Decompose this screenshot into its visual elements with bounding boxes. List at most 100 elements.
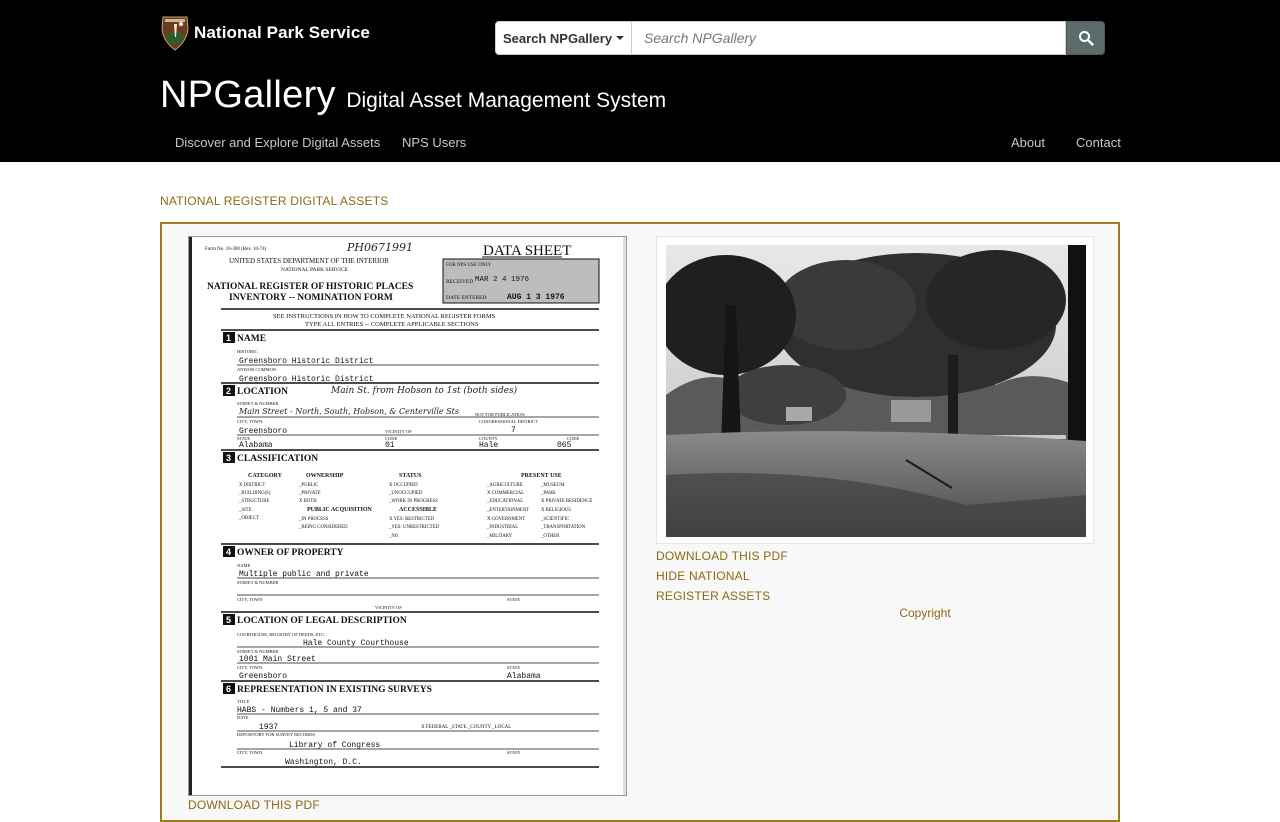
entered-label: DATE ENTERED	[446, 295, 487, 301]
accessible-item: X YES: RESTRICTED	[389, 517, 435, 522]
survey-date-label: DATE	[237, 715, 249, 720]
accessible-item: _YES: UNRESTRICTED	[388, 525, 440, 530]
search-bar: Search NPGallery	[495, 21, 1105, 55]
status-item: _UNOCCUPIED	[388, 491, 423, 496]
nps-use-only: FOR NPS USE ONLY	[446, 263, 492, 268]
owner-city-label: CITY, TOWN	[237, 597, 263, 603]
section-5-title: LOCATION OF LEGAL DESCRIPTION	[237, 616, 407, 626]
historic-label: HISTORIC	[237, 349, 258, 354]
ownership-item: _PRIVATE	[298, 491, 321, 496]
status-item: _WORK IN PROGRESS	[388, 499, 438, 504]
main-nav: Discover and Explore Digital Assets NPS …	[0, 128, 1280, 158]
courthouse-label: COURTHOUSE, REGISTRY OF DEEDS, ETC.	[237, 632, 325, 638]
breadcrumb-national-register[interactable]: NATIONAL REGISTER DIGITAL ASSETS	[160, 194, 388, 208]
nav-about[interactable]: About	[1011, 135, 1045, 150]
historic-photo	[666, 245, 1086, 537]
use-item: X GOVERNMENT	[487, 517, 525, 522]
handwritten-id: PH0671991	[346, 241, 413, 254]
use-item: _INDUSTRIAL	[486, 525, 518, 530]
state-value: Alabama	[239, 441, 273, 450]
dept-line-1: UNITED STATES DEPARTMENT OF THE INTERIOR	[229, 257, 389, 265]
owner-name-label: NAME	[237, 563, 251, 568]
use-item: _ENTERTAINMENT	[486, 508, 529, 513]
acquisition-head: PUBLIC ACQUISITION	[307, 507, 373, 513]
state5-value: Alabama	[507, 672, 541, 681]
search-icon	[1078, 31, 1094, 46]
location-handwritten-note: Main St. from Hobson to 1st (both sides)	[330, 385, 518, 396]
section-6-title: REPRESENTATION IN EXISTING SURVEYS	[237, 685, 432, 695]
use-item: _AGRICULTURE	[486, 483, 523, 488]
acquisition-item: _IN PROCESS	[298, 517, 329, 522]
acquisition-item: _BEING CONSIDERED	[298, 525, 348, 530]
city6-value: Washington, D.C.	[285, 758, 362, 767]
site-title-sub: Digital Asset Management System	[346, 89, 667, 112]
use-item: _MUSEUM	[540, 483, 565, 488]
city-label: CITY, TOWN	[237, 419, 263, 425]
caret-down-icon	[616, 36, 625, 40]
section-2-title: LOCATION	[237, 387, 288, 397]
nps-brand-link[interactable]: National Park Service	[160, 15, 370, 51]
section-4-number: 4	[226, 547, 231, 557]
state6-label: STATE	[507, 750, 520, 755]
use-item: X RELIGIOUS	[541, 508, 571, 513]
use-item: _EDUCATIONAL	[486, 499, 523, 504]
category-item: _STRUCTURE	[238, 499, 269, 504]
section-1-number: 1	[226, 333, 231, 343]
brand-name: National Park Service	[194, 23, 370, 42]
owner-street-label: STREET & NUMBER	[237, 580, 278, 585]
owner-vicinity-label: VICINITY OF	[375, 605, 402, 610]
copyright-link[interactable]: Copyright	[656, 606, 1194, 620]
common-label: AND/OR COMMON	[237, 367, 277, 372]
use-item: _PARK	[540, 491, 556, 496]
form-title-1: NATIONAL REGISTER OF HISTORIC PLACES	[207, 282, 413, 292]
search-button[interactable]	[1066, 21, 1105, 55]
historic-value: Greensboro Historic District	[239, 357, 373, 366]
nav-nps-users[interactable]: NPS Users	[402, 135, 466, 150]
accessible-head: ACCESSIBLE	[399, 507, 437, 513]
status-item: X OCCUPIED	[389, 483, 418, 488]
site-title[interactable]: NPGallery Digital Asset Management Syste…	[160, 74, 666, 117]
section-1-title: NAME	[237, 334, 266, 344]
instructions-1: SEE INSTRUCTIONS IN HOW TO COMPLETE NATI…	[273, 313, 496, 320]
asset-actions: DOWNLOAD THIS PDF HIDE NATIONAL REGISTER…	[656, 546, 1094, 606]
nav-contact[interactable]: Contact	[1076, 135, 1121, 150]
search-scope-dropdown[interactable]: Search NPGallery	[495, 21, 632, 55]
entered-date: AUG 1 3 1976	[507, 293, 565, 302]
use-item: _SCIENTIFIC	[540, 517, 569, 522]
street-label: STREET & NUMBER	[237, 401, 278, 406]
survey-flags: X FEDERAL _STATE _COUNTY _LOCAL	[421, 725, 511, 730]
historic-photo-thumbnail[interactable]	[656, 236, 1094, 544]
county-code-value: 065	[557, 441, 572, 450]
nps-arrowhead-logo-icon	[161, 16, 189, 51]
hide-national-register-assets-link[interactable]: HIDE NATIONAL REGISTER ASSETS	[656, 566, 1094, 606]
asset-panel: Form No. 10-300 (Rev. 10-74) PH0671991 D…	[160, 222, 1120, 822]
download-pdf-link[interactable]: DOWNLOAD THIS PDF	[656, 546, 1094, 566]
use-item: X COMMERCIAL	[487, 491, 524, 496]
section-2-number: 2	[226, 386, 231, 396]
received-date: MAR 2 4 1976	[475, 276, 530, 284]
received-label: RECEIVED	[446, 279, 473, 285]
form-title-2: INVENTORY -- NOMINATION FORM	[229, 293, 393, 303]
ownership-item: X BOTH	[299, 499, 317, 504]
category-item: _BUILDING(S)	[238, 491, 271, 496]
ownership-item: _PUBLIC	[298, 483, 318, 488]
city5-value: Greensboro	[239, 672, 287, 681]
depository-label: DEPOSITORY FOR SURVEY RECORDS	[237, 732, 315, 737]
ownership-head: OWNERSHIP	[306, 473, 344, 479]
present-use-head: PRESENT USE	[521, 473, 562, 479]
search-scope-label: Search NPGallery	[502, 30, 613, 46]
category-head: CATEGORY	[248, 473, 283, 479]
street5-label: STREET & NUMBER	[237, 649, 278, 654]
nav-discover[interactable]: Discover and Explore Digital Assets	[175, 135, 380, 150]
search-input[interactable]	[632, 21, 1066, 55]
nomination-form-page[interactable]: Form No. 10-300 (Rev. 10-74) PH0671991 D…	[188, 236, 627, 796]
form-number: Form No. 10-300 (Rev. 10-74)	[205, 247, 267, 252]
document-download-link[interactable]: DOWNLOAD THIS PDF	[188, 798, 320, 812]
use-item: X PRIVATE RESIDENCE	[541, 499, 592, 504]
city6-label: CITY, TOWN	[237, 750, 263, 756]
category-item: _SITE	[238, 508, 252, 513]
section-3-title: CLASSIFICATION	[237, 454, 318, 464]
congressional-label: CONGRESSIONAL DISTRICT	[479, 419, 538, 424]
status-head: STATUS	[399, 473, 422, 479]
vicinity-label: VICINITY OF	[385, 429, 412, 434]
